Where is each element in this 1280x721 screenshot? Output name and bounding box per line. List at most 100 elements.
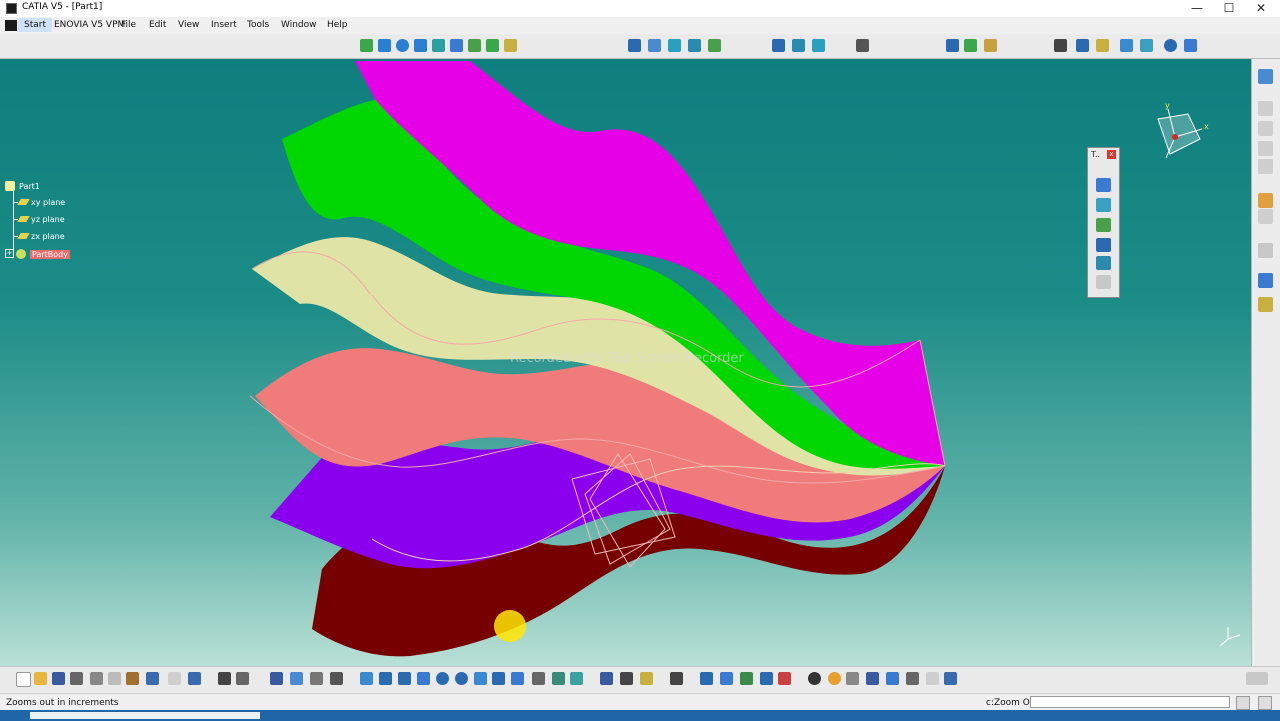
point-icon[interactable] [1054,39,1067,52]
menu-file[interactable]: File [121,20,136,30]
axis-system-icon[interactable] [946,39,959,52]
close-button[interactable]: ✕ [1244,0,1278,17]
zoom-in-icon[interactable] [436,672,449,685]
hide-show-icon[interactable] [552,672,565,685]
floating-toolbar-close-icon[interactable]: x [1107,150,1116,159]
reference-icon[interactable] [1258,273,1273,288]
pan-icon[interactable] [398,672,411,685]
measure-item-icon[interactable] [906,672,919,685]
trim-icon[interactable] [688,39,701,52]
grid-icon[interactable] [866,672,879,685]
measure-icon[interactable] [856,39,869,52]
zoom-out-icon[interactable] [455,672,468,685]
porcupine-icon[interactable] [778,672,791,685]
layer-icon[interactable] [984,39,997,52]
annotation-icon[interactable] [1258,243,1273,258]
shading-icon[interactable] [532,672,545,685]
rotate-view-icon[interactable] [417,672,430,685]
print-icon[interactable] [70,672,83,685]
boundary-icon[interactable] [708,39,721,52]
3d-viewport[interactable]: y x Recorded with iTop Screen Recorder [0,59,1251,666]
work-on-support-icon[interactable] [964,39,977,52]
save-icon[interactable] [52,672,65,685]
minimize-button[interactable]: — [1180,0,1214,17]
cut-icon[interactable] [90,672,103,685]
command-button-2[interactable] [1258,696,1272,710]
sketcher-icon[interactable] [1258,69,1273,84]
surface-tool-4-icon[interactable] [1096,238,1111,252]
menu-edit[interactable]: Edit [149,20,166,30]
table-icon[interactable] [270,672,283,685]
catalog-icon[interactable] [330,672,343,685]
compass-icon[interactable]: y x [1157,101,1209,159]
offset-icon[interactable] [432,39,445,52]
loft-icon[interactable] [486,39,499,52]
light-icon[interactable] [828,672,841,685]
cylinder-icon[interactable] [414,39,427,52]
formula-icon[interactable] [218,672,231,685]
knowledge-icon[interactable] [310,672,323,685]
menu-help[interactable]: Help [327,20,348,30]
fill-icon[interactable] [468,39,481,52]
render-icon[interactable] [846,672,859,685]
multi-view-icon[interactable] [492,672,505,685]
analysis-icon[interactable] [700,672,713,685]
sweep-icon[interactable] [450,39,463,52]
line-icon[interactable] [1076,39,1089,52]
rotate-icon[interactable] [792,39,805,52]
swap-space-icon[interactable] [570,672,583,685]
open-icon[interactable] [34,672,47,685]
join-icon[interactable] [628,39,641,52]
menu-view[interactable]: View [178,20,199,30]
catia-menu-icon[interactable] [5,20,17,31]
tree-icon[interactable] [290,672,303,685]
scan-icon[interactable] [1258,297,1273,312]
revolve-icon[interactable] [378,39,391,52]
blend-icon[interactable] [504,39,517,52]
surface-tool-5-icon[interactable] [1096,256,1111,270]
dimension-icon[interactable] [600,672,613,685]
command-button-1[interactable] [1236,696,1250,710]
compass-tool-icon[interactable] [886,672,899,685]
sphere-icon[interactable] [396,39,409,52]
fly-mode-icon[interactable] [360,672,373,685]
eraser-icon[interactable] [944,672,957,685]
floating-toolbar[interactable]: T.. x [1087,147,1120,298]
fit-all-icon[interactable] [379,672,392,685]
iso-view-icon[interactable] [511,672,524,685]
curvature-icon[interactable] [740,672,753,685]
menu-enovia[interactable]: ENOVIA V5 VPM [54,20,125,30]
apply-material-icon[interactable] [620,672,633,685]
symmetry-icon[interactable] [812,39,825,52]
circle-icon[interactable] [1164,39,1177,52]
surface-tool-2-icon[interactable] [1096,198,1111,212]
expand-icon[interactable]: + [5,249,14,258]
capture-icon[interactable] [670,672,683,685]
snap-icon[interactable] [808,672,821,685]
new-file-icon[interactable] [16,672,31,687]
spline-icon[interactable] [1184,39,1197,52]
copy-icon[interactable] [108,672,121,685]
normal-view-icon[interactable] [474,672,487,685]
connect-checker-icon[interactable] [760,672,773,685]
whats-this-icon[interactable] [188,672,201,685]
paste-icon[interactable] [126,672,139,685]
extrude-icon[interactable] [360,39,373,52]
plane-icon[interactable] [1096,39,1109,52]
menu-insert[interactable]: Insert [211,20,237,30]
surface-tool-1-icon[interactable] [1096,178,1111,192]
undo-icon[interactable] [146,672,159,685]
command-input[interactable] [1030,696,1230,708]
comment-icon[interactable] [236,672,249,685]
menu-start[interactable]: Start [18,18,52,32]
floating-toolbar-header[interactable]: T.. x [1088,148,1119,162]
material-icon[interactable] [640,672,653,685]
menu-window[interactable]: Window [281,20,317,30]
surface-tool-6-icon[interactable] [1096,275,1111,289]
surface-tool-3-icon[interactable] [1096,218,1111,232]
maximize-button[interactable]: ☐ [1212,0,1246,17]
intersection-icon[interactable] [1140,39,1153,52]
projection-icon[interactable] [1120,39,1133,52]
menu-tools[interactable]: Tools [247,20,269,30]
translate-icon[interactable] [772,39,785,52]
